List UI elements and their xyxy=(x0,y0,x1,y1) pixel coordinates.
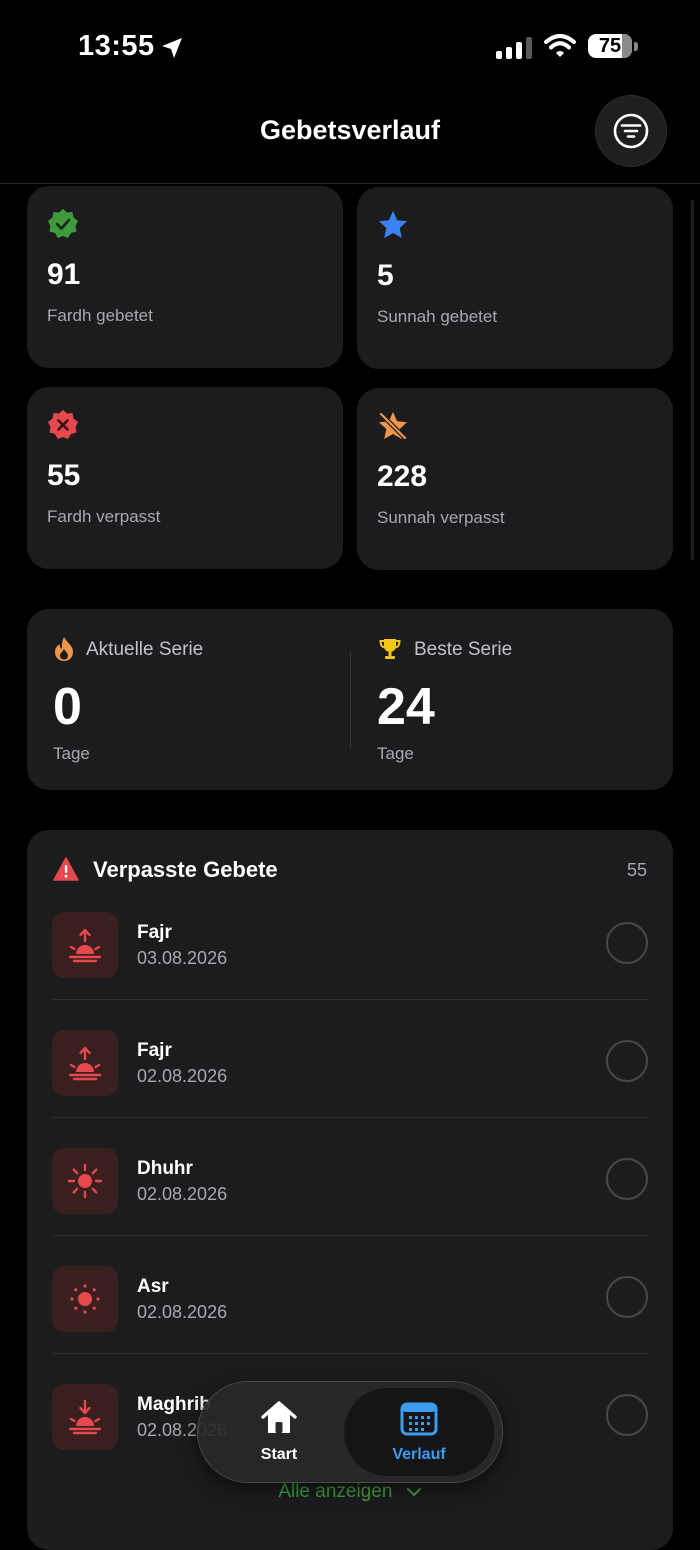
trophy-icon xyxy=(379,639,401,659)
stat-value: 228 xyxy=(377,460,428,493)
prayer-icon-box xyxy=(52,1030,118,1096)
best-streak-unit: Tage xyxy=(377,744,414,763)
current-streak-title: Aktuelle Serie xyxy=(86,639,204,660)
wifi-icon xyxy=(544,34,576,57)
streak-divider xyxy=(350,651,351,749)
show-all-label: Alle anzeigen xyxy=(278,1481,393,1502)
mark-prayed-checkbox[interactable] xyxy=(606,922,648,964)
current-streak-value: 0 xyxy=(53,678,82,736)
stat-label: Sunnah verpasst xyxy=(377,508,505,527)
mark-prayed-checkbox[interactable] xyxy=(606,1276,648,1318)
prayer-date: 03.08.2026 xyxy=(137,948,228,968)
status-time: 13:55 xyxy=(78,30,155,62)
prayer-icon-box xyxy=(52,1266,118,1332)
list-item[interactable]: Dhuhr 02.08.2026 xyxy=(52,1118,648,1236)
tab-label: Verlauf xyxy=(392,1446,446,1463)
prayer-name: Dhuhr xyxy=(137,1158,193,1179)
tab-bar: Start Verlauf xyxy=(198,1382,502,1482)
stat-label: Fardh verpasst xyxy=(47,507,161,526)
scrollbar[interactable] xyxy=(691,200,694,560)
star-icon xyxy=(379,211,407,238)
sunset-icon xyxy=(68,1399,102,1435)
flame-icon xyxy=(55,637,73,661)
best-streak-value: 24 xyxy=(377,678,435,736)
mark-prayed-checkbox[interactable] xyxy=(606,1040,648,1082)
x-badge-icon xyxy=(48,410,78,439)
stat-card-sunnah-prayed[interactable]: 5 Sunnah gebetet xyxy=(357,187,673,369)
list-item[interactable]: Asr 02.08.2026 xyxy=(52,1236,648,1354)
header-divider xyxy=(0,183,700,184)
filter-button[interactable] xyxy=(596,96,666,166)
prayer-date: 02.08.2026 xyxy=(137,1066,228,1086)
prayer-icon-box xyxy=(52,1384,118,1450)
mark-prayed-checkbox[interactable] xyxy=(606,1158,648,1200)
prayer-name: Fajr xyxy=(137,1040,172,1061)
tab-verlauf[interactable]: Verlauf xyxy=(344,1388,494,1476)
tab-label: Start xyxy=(260,1446,298,1463)
mark-prayed-checkbox[interactable] xyxy=(606,1394,648,1436)
stat-label: Fardh gebetet xyxy=(47,306,153,325)
filter-icon xyxy=(613,113,649,149)
stat-value: 55 xyxy=(47,459,81,492)
prayer-icon-box xyxy=(52,1148,118,1214)
calendar-icon xyxy=(400,1402,438,1436)
best-streak-title: Beste Serie xyxy=(414,639,513,660)
battery-level: 75 xyxy=(598,35,622,57)
home-icon xyxy=(261,1401,297,1433)
battery-indicator: 75 xyxy=(588,34,638,60)
sun-icon xyxy=(67,1163,103,1199)
prayer-date: 02.08.2026 xyxy=(137,1302,228,1322)
prayer-name: Fajr xyxy=(137,922,172,943)
star-slash-icon xyxy=(378,411,408,441)
list-item[interactable]: Fajr 03.08.2026 xyxy=(52,882,648,1000)
stat-value: 91 xyxy=(47,258,81,291)
warning-icon xyxy=(53,857,79,881)
show-all-link[interactable]: Alle anzeigen xyxy=(27,1481,673,1503)
cellular-signal-icon xyxy=(496,37,532,59)
stat-card-sunnah-missed[interactable]: 228 Sunnah verpasst xyxy=(357,388,673,570)
tab-start[interactable]: Start xyxy=(204,1388,354,1476)
prayer-name: Maghrib xyxy=(137,1394,211,1415)
list-item[interactable]: Fajr 02.08.2026 xyxy=(52,1000,648,1118)
chevron-down-icon xyxy=(406,1487,421,1496)
page-title: Gebetsverlauf xyxy=(259,115,441,145)
prayer-icon-box xyxy=(52,912,118,978)
stat-card-fardh-prayed[interactable]: 91 Fardh gebetet xyxy=(27,186,343,368)
missed-prayers-count: 55 xyxy=(626,860,647,880)
stat-value: 5 xyxy=(377,259,394,292)
streak-card: Aktuelle Serie 0 Tage Beste Serie 24 Tag… xyxy=(27,609,673,790)
prayer-date: 02.08.2026 xyxy=(137,1184,228,1204)
check-badge-icon xyxy=(48,209,78,238)
sunrise-icon xyxy=(68,1046,102,1081)
missed-prayers-title: Verpasste Gebete xyxy=(93,857,278,882)
prayer-name: Asr xyxy=(137,1276,169,1297)
location-arrow-icon xyxy=(162,38,182,58)
stat-card-fardh-missed[interactable]: 55 Fardh verpasst xyxy=(27,387,343,569)
stat-label: Sunnah gebetet xyxy=(377,307,498,326)
current-streak-unit: Tage xyxy=(53,744,90,763)
sun-small-icon xyxy=(70,1284,100,1314)
sunrise-icon xyxy=(68,928,102,963)
